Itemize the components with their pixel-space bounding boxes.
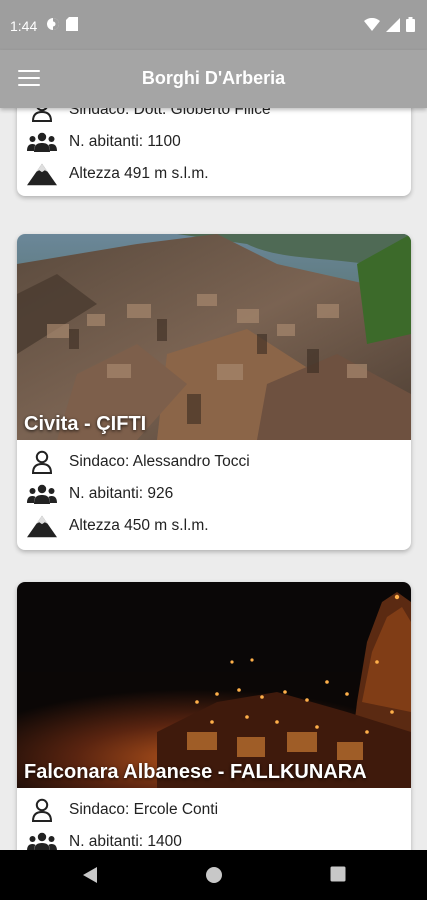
village-photo: Falconara Albanese - FALLKUNARA <box>17 582 411 788</box>
inhabitants-row: N. abitanti: 1400 <box>17 826 411 850</box>
wifi-icon <box>364 18 380 31</box>
person-icon <box>31 798 53 822</box>
people-icon <box>27 132 57 152</box>
home-circle-icon[interactable] <box>205 866 223 884</box>
mayor-text: Sindaco: Ercole Conti <box>69 801 219 818</box>
mayor-text: Sindaco: Alessandro Tocci <box>69 453 250 470</box>
person-icon <box>31 450 53 474</box>
navigation-bar <box>0 850 427 900</box>
mayor-row: Sindaco: Ercole Conti <box>17 794 411 826</box>
data-saver-icon <box>47 18 59 30</box>
altitude-row: Altezza 450 m s.l.m. <box>17 510 411 542</box>
village-card[interactable]: Falconara Albanese - FALLKUNARA Sindaco:… <box>17 582 411 850</box>
altitude-row: Altezza 491 m s.l.m. <box>17 158 411 190</box>
mountain-icon <box>27 163 57 186</box>
village-list[interactable]: Sindaco: Dott. Gioberto Filice N. abitan… <box>0 108 427 850</box>
recents-square-icon[interactable] <box>330 866 346 882</box>
altitude-text: Altezza 491 m s.l.m. <box>69 165 209 182</box>
village-photo: Civita - ÇIFTI <box>17 234 411 440</box>
signal-icon <box>386 17 400 32</box>
people-icon <box>27 832 57 850</box>
village-card[interactable]: Civita - ÇIFTI Sindaco: Alessandro Tocci… <box>17 234 411 550</box>
status-bar: 1:44 <box>0 0 427 50</box>
inhabitants-text: N. abitanti: 1400 <box>69 833 182 850</box>
village-card[interactable]: Sindaco: Dott. Gioberto Filice N. abitan… <box>17 108 411 196</box>
inhabitants-row: N. abitanti: 926 <box>17 478 411 510</box>
mayor-row: Sindaco: Alessandro Tocci <box>17 446 411 478</box>
mountain-icon <box>27 515 57 538</box>
mayor-row: Sindaco: Dott. Gioberto Filice <box>17 108 411 126</box>
status-time: 1:44 <box>10 18 38 34</box>
back-triangle-icon[interactable] <box>82 866 98 884</box>
village-name: Falconara Albanese - FALLKUNARA <box>24 761 367 783</box>
inhabitants-text: N. abitanti: 926 <box>69 485 174 502</box>
app-bar: Borghi D'Arberia <box>0 50 427 108</box>
altitude-text: Altezza 450 m s.l.m. <box>69 517 209 534</box>
village-name: Civita - ÇIFTI <box>24 413 147 435</box>
inhabitants-text: N. abitanti: 1100 <box>69 133 181 150</box>
sd-card-icon <box>66 17 78 31</box>
mayor-text: Sindaco: Dott. Gioberto Filice <box>69 108 271 118</box>
app-title: Borghi D'Arberia <box>141 68 286 88</box>
person-icon <box>31 108 53 122</box>
battery-icon <box>406 17 415 32</box>
people-icon <box>27 484 57 504</box>
inhabitants-row: N. abitanti: 1100 <box>17 126 411 158</box>
